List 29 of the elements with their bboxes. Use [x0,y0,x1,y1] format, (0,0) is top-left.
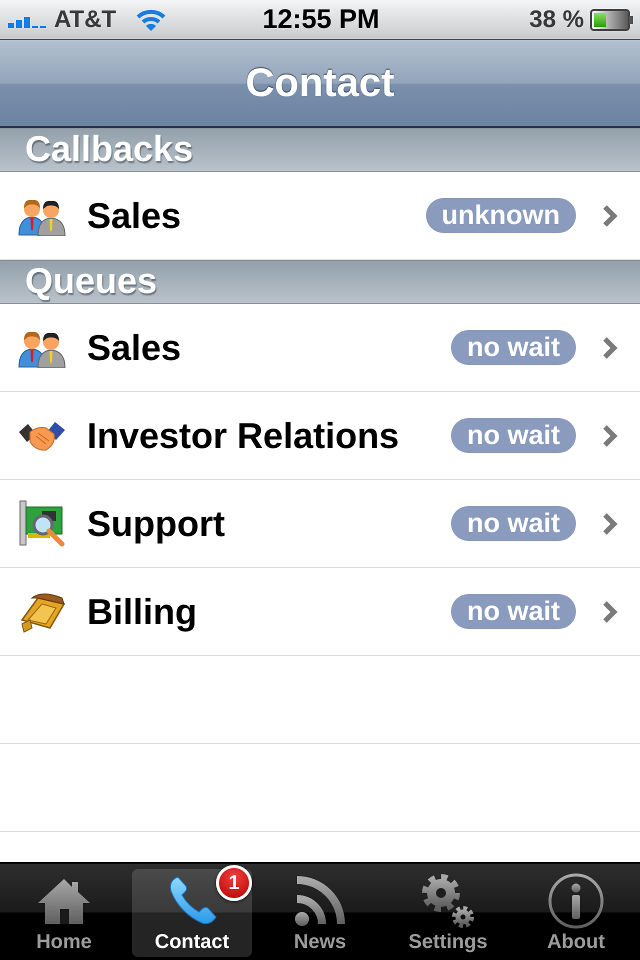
carrier-name: AT&T [54,6,116,34]
battery-percentage: 38 % [529,6,584,34]
wait-status-badge: no wait [451,594,576,629]
chevron-icon [602,512,618,536]
settings-icon [421,873,475,929]
wait-status-badge: unknown [426,198,576,233]
section-header: Queues [0,260,640,304]
battery-icon [590,8,634,30]
home-icon [36,877,92,925]
chevron-icon [602,600,618,624]
clock-time: 12:55 PM [262,4,380,35]
chevron-icon [602,204,618,228]
network-card-magnifier-icon [18,500,66,548]
section-header: Callbacks [0,128,640,172]
handshake-icon [18,420,66,452]
chevron-icon [602,424,618,448]
nav-title: Contact [246,60,394,106]
tab-bar-item[interactable]: Home [4,869,124,957]
wait-status-badge: no wait [451,418,576,453]
rss-feed-icon [294,875,346,927]
tab-bar-item[interactable]: About [516,869,636,957]
wait-status-badge: no wait [451,330,576,365]
notification-badge: 1 [216,865,252,901]
tab-bar-item[interactable]: News [260,869,380,957]
wifi-icon [136,8,166,30]
chevron-icon [602,336,618,360]
tab-bar-item[interactable]: Settings [388,869,508,957]
wait-status-badge: no wait [451,506,576,541]
info-icon [548,873,604,929]
